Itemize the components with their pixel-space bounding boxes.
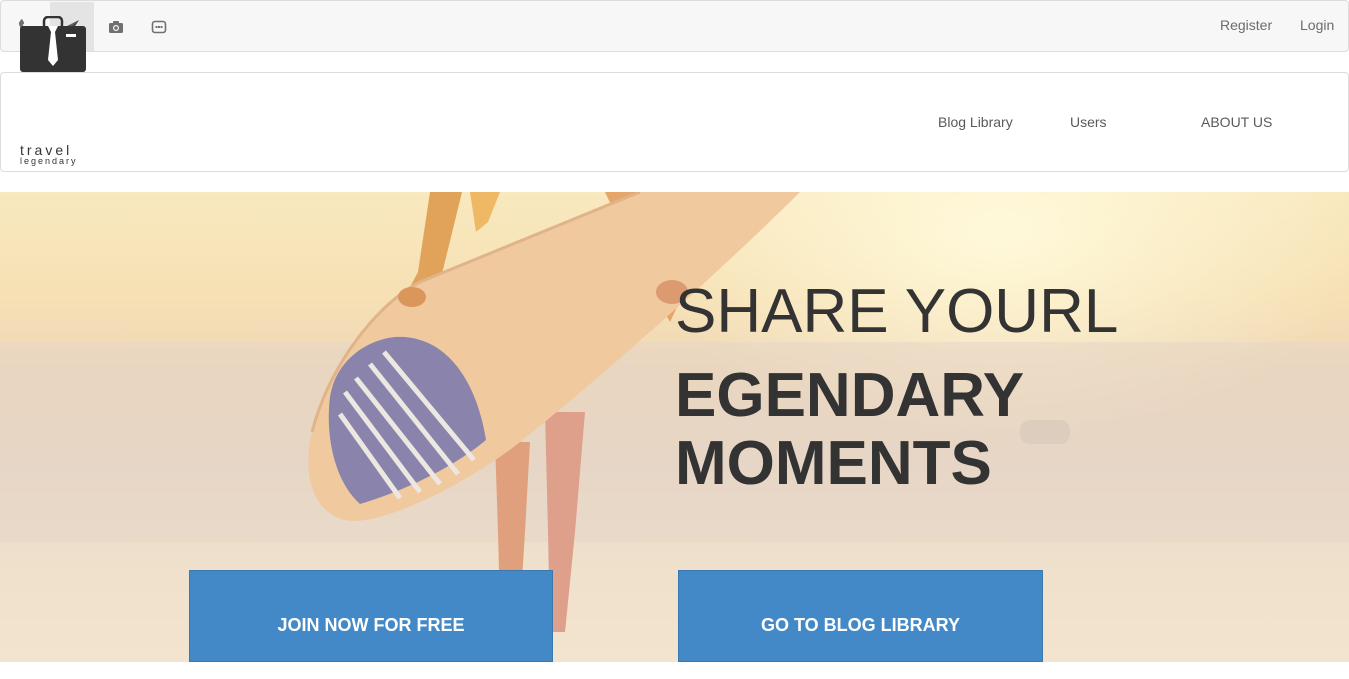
camera-icon (109, 20, 123, 33)
login-link[interactable]: Login (1300, 1, 1334, 51)
nav-users[interactable]: Users (1070, 114, 1107, 130)
briefcase-tie-icon (20, 16, 86, 72)
utility-bar: Register Login (0, 0, 1349, 52)
hero-headline-line2: EGENDARY (675, 361, 1025, 430)
nav-blog-library[interactable]: Blog Library (938, 114, 1013, 130)
go-to-blog-library-button[interactable]: GO TO BLOG LIBRARY (678, 570, 1043, 662)
main-navbar (0, 72, 1349, 172)
calendar-button[interactable] (137, 2, 181, 51)
register-link[interactable]: Register (1220, 1, 1272, 51)
hero-headline-line1: SHARE YOURL (675, 277, 1119, 346)
nav-about-us[interactable]: ABOUT US (1201, 114, 1272, 130)
camera-button[interactable] (94, 2, 138, 51)
brand-tagline: legendary (20, 156, 78, 166)
hero-headline-line3: MOMENTS (675, 429, 992, 498)
hero-headline-main: EGENDARY MOMENTS (675, 362, 1235, 498)
calendar-icon (151, 20, 167, 33)
join-now-button[interactable]: JOIN NOW FOR FREE (189, 570, 553, 662)
